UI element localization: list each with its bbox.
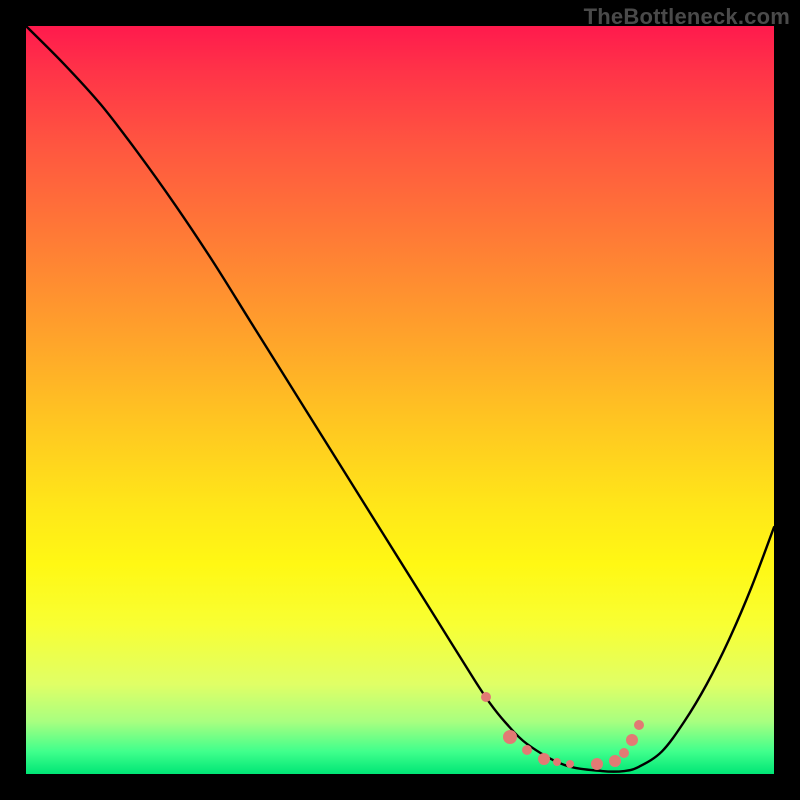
highlight-dot <box>634 720 644 730</box>
highlight-dot <box>538 753 550 765</box>
highlight-dot <box>609 755 621 767</box>
highlight-dot <box>553 758 561 766</box>
highlight-dot <box>566 760 574 768</box>
highlight-dot <box>503 730 517 744</box>
watermark-text: TheBottleneck.com <box>584 4 790 30</box>
highlight-dot <box>481 692 491 702</box>
highlight-dot <box>626 734 638 746</box>
highlight-dots-layer <box>26 26 774 774</box>
highlight-dot <box>591 758 603 770</box>
chart-plot-area <box>26 26 774 774</box>
highlight-dot <box>619 748 629 758</box>
highlight-dot <box>522 745 532 755</box>
